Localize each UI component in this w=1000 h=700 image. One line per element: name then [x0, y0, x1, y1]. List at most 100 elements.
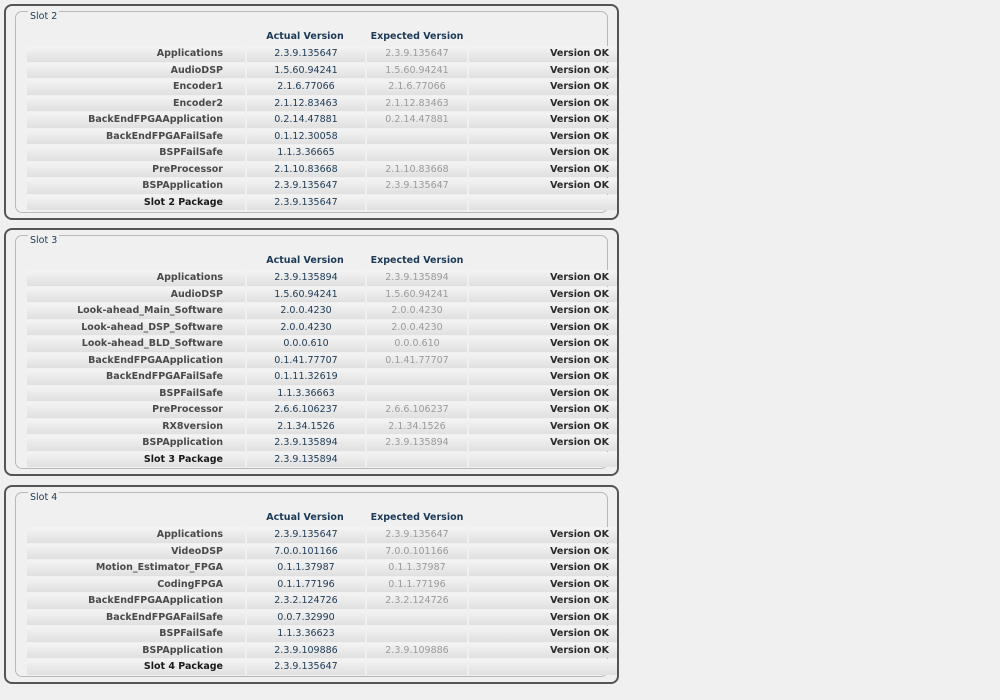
component-name-cell: BackEndFPGAFailSafe [27, 369, 245, 385]
table-row: BackEndFPGAApplication 0.2.14.47881 0.2.14… [27, 112, 617, 128]
expected-version-header: Expected Version [370, 512, 464, 523]
component-name-cell: AudioDSP [27, 62, 245, 78]
expected-version-cell: 2.3.9.135647 [367, 178, 467, 194]
component-name-cell: BackEndFPGAFailSafe [27, 609, 245, 625]
table-row: Look-ahead_BLD_Software 0.0.0.610 0.0.0.61… [27, 336, 617, 352]
expected-version-cell [367, 385, 467, 401]
version-status-cell: Version OK [469, 303, 617, 319]
expected-version-cell [367, 369, 467, 385]
component-name-cell: BSPFailSafe [27, 385, 245, 401]
version-status-cell: Version OK [469, 319, 617, 335]
table-row: Applications 2.3.9.135647 2.3.9.135647 Vers… [27, 46, 617, 62]
table-row: BSPApplication 2.3.9.135894 2.3.9.135894 Ve… [27, 435, 617, 451]
table-row: BSPApplication 2.3.9.135647 2.3.9.135647 Ve… [27, 178, 617, 194]
expected-version-cell [367, 128, 467, 144]
version-status-cell: Version OK [469, 112, 617, 128]
actual-version-cell: 0.1.41.77707 [247, 352, 365, 368]
version-status-cell: Version OK [469, 418, 617, 434]
component-name-cell: Applications [27, 270, 245, 286]
actual-version-cell: 2.3.9.135647 [247, 178, 365, 194]
version-status-cell: Version OK [469, 270, 617, 286]
table-header: Actual Version Expected Version [27, 31, 617, 45]
component-name-cell: Applications [27, 527, 245, 543]
expected-version-cell: 0.2.14.47881 [367, 112, 467, 128]
version-status-cell: Version OK [469, 62, 617, 78]
table-header: Actual Version Expected Version [27, 255, 617, 269]
table-row: Applications 2.3.9.135894 2.3.9.135894 Vers… [27, 270, 617, 286]
table-row: AudioDSP 1.5.60.94241 1.5.60.94241 Version … [27, 286, 617, 302]
expected-version-cell: 7.0.0.101166 [367, 543, 467, 559]
version-status-cell: Version OK [469, 626, 617, 642]
component-name-cell: Slot 3 Package [27, 451, 245, 467]
expected-version-cell: 0.0.0.610 [367, 336, 467, 352]
table-row: BackEndFPGAFailSafe 0.1.11.32619 Version O… [27, 369, 617, 385]
version-status-cell: Version OK [469, 527, 617, 543]
package-row: Slot 2 Package 2.3.9.135647 [27, 194, 617, 210]
component-name-cell: PreProcessor [27, 402, 245, 418]
actual-version-cell: 2.3.9.135894 [247, 270, 365, 286]
expected-version-cell: 0.1.1.37987 [367, 560, 467, 576]
version-status-cell: Version OK [469, 593, 617, 609]
actual-version-cell: 2.1.6.77066 [247, 79, 365, 95]
expected-version-cell: 2.0.0.4230 [367, 319, 467, 335]
actual-version-cell: 2.1.34.1526 [247, 418, 365, 434]
component-name-cell: BackEndFPGAApplication [27, 593, 245, 609]
version-status-cell: Version OK [469, 128, 617, 144]
expected-version-cell [367, 659, 467, 675]
table-row: Motion_Estimator_FPGA 0.1.1.37987 0.1.1.37… [27, 560, 617, 576]
version-status-cell: Version OK [469, 369, 617, 385]
table-row: Applications 2.3.9.135647 2.3.9.135647 Vers… [27, 527, 617, 543]
slot-panel-4: Slot 4 Actual Version Expected Version A… [4, 485, 619, 684]
version-status-cell [469, 659, 617, 675]
expected-version-cell: 2.1.6.77066 [367, 79, 467, 95]
expected-version-cell: 2.3.9.135894 [367, 435, 467, 451]
version-status-cell: Version OK [469, 178, 617, 194]
slot-fieldset: Slot 4 Actual Version Expected Version A… [15, 492, 617, 677]
table-row: BSPFailSafe 1.1.3.36663 Version OK [27, 385, 617, 401]
version-status-cell: Version OK [469, 642, 617, 658]
version-rows: Applications 2.3.9.135647 2.3.9.135647 Vers… [27, 527, 617, 676]
component-name-cell: Applications [27, 46, 245, 62]
expected-version-cell: 2.1.12.83463 [367, 95, 467, 111]
slot-fieldset: Slot 2 Actual Version Expected Version A… [15, 11, 617, 213]
expected-version-cell [367, 451, 467, 467]
table-row: BSPFailSafe 1.1.3.36665 Version OK [27, 145, 617, 161]
actual-version-cell: 0.0.7.32990 [247, 609, 365, 625]
table-header: Actual Version Expected Version [27, 512, 617, 526]
component-name-cell: PreProcessor [27, 161, 245, 177]
version-status-cell: Version OK [469, 145, 617, 161]
table-row: BackEndFPGAFailSafe 0.1.12.30058 Version O… [27, 128, 617, 144]
component-name-cell: Encoder2 [27, 95, 245, 111]
version-rows: Applications 2.3.9.135647 2.3.9.135647 Vers… [27, 46, 617, 211]
slot-legend: Slot 2 [28, 11, 60, 23]
expected-version-cell: 0.1.41.77707 [367, 352, 467, 368]
package-row: Slot 4 Package 2.3.9.135647 [27, 659, 617, 675]
version-status-cell [469, 194, 617, 210]
version-status-cell: Version OK [469, 79, 617, 95]
actual-version-cell: 7.0.0.101166 [247, 543, 365, 559]
actual-version-header: Actual Version [266, 255, 344, 266]
component-name-cell: VideoDSP [27, 543, 245, 559]
expected-version-cell: 2.3.9.109886 [367, 642, 467, 658]
version-status-cell: Version OK [469, 576, 617, 592]
actual-version-cell: 2.3.9.135647 [247, 659, 365, 675]
table-row: VideoDSP 7.0.0.101166 7.0.0.101166 Version … [27, 543, 617, 559]
actual-version-cell: 2.3.9.135647 [247, 527, 365, 543]
component-name-cell: Look-ahead_Main_Software [27, 303, 245, 319]
component-name-cell: Slot 4 Package [27, 659, 245, 675]
version-status-cell: Version OK [469, 95, 617, 111]
expected-version-cell [367, 194, 467, 210]
expected-version-cell: 2.0.0.4230 [367, 303, 467, 319]
expected-version-cell: 1.5.60.94241 [367, 286, 467, 302]
version-status-cell: Version OK [469, 46, 617, 62]
component-name-cell: BSPApplication [27, 178, 245, 194]
expected-version-cell: 0.1.1.77196 [367, 576, 467, 592]
table-row: BackEndFPGAApplication 0.1.41.77707 0.1.41… [27, 352, 617, 368]
version-status-cell: Version OK [469, 609, 617, 625]
component-name-cell: Slot 2 Package [27, 194, 245, 210]
expected-version-cell: 1.5.60.94241 [367, 62, 467, 78]
version-status-cell: Version OK [469, 435, 617, 451]
component-name-cell: CodingFPGA [27, 576, 245, 592]
actual-version-cell: 2.3.9.109886 [247, 642, 365, 658]
expected-version-cell: 2.1.10.83668 [367, 161, 467, 177]
